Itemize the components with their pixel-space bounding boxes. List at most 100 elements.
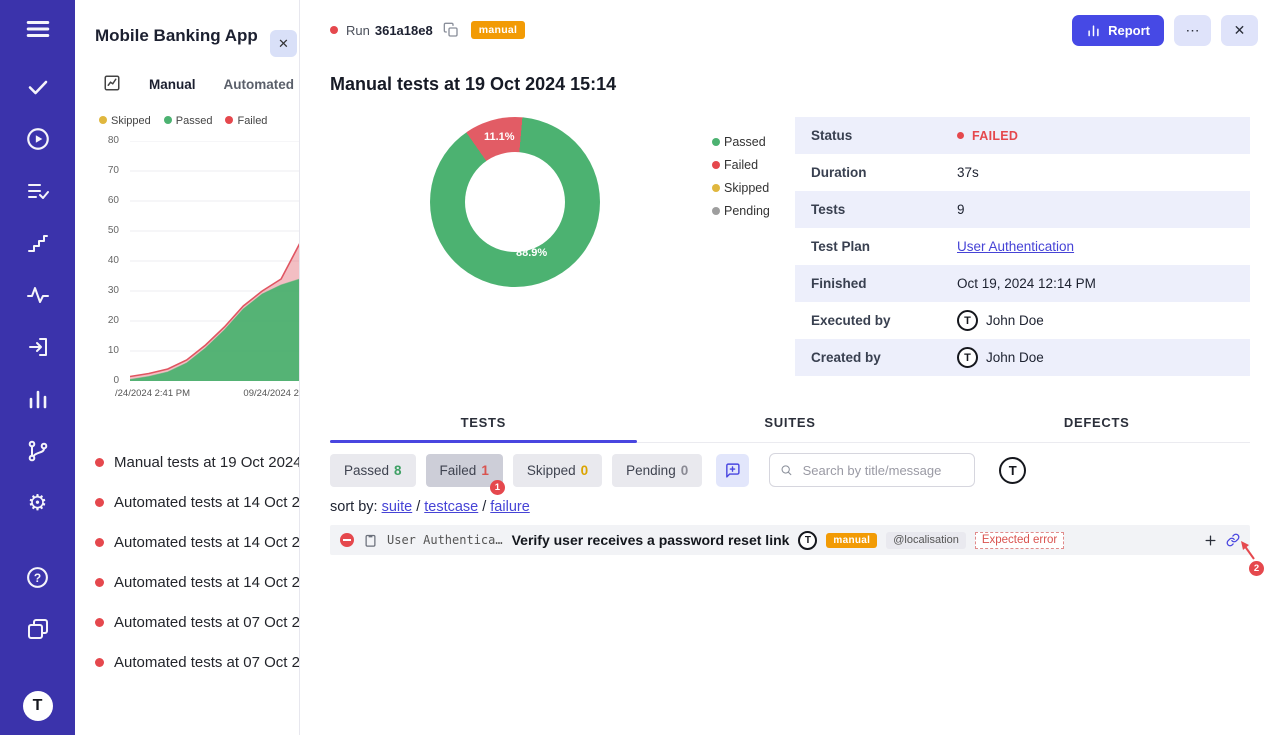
sort-by-failure[interactable]: failure: [490, 499, 530, 515]
failed-dot: [225, 116, 233, 124]
menu-icon[interactable]: [25, 16, 51, 42]
failed-run-dot: [95, 618, 104, 627]
run-status-dot: [330, 26, 338, 34]
more-button[interactable]: ⋯: [1174, 15, 1211, 46]
tab-tests[interactable]: TESTS: [330, 406, 637, 442]
test-error: Expected error: [975, 532, 1064, 549]
info-row-finished: Finished Oct 19, 2024 12:14 PM: [795, 265, 1250, 302]
sort-label: sort by:: [330, 499, 378, 515]
svg-text:?: ?: [34, 570, 41, 584]
branch-icon[interactable]: [25, 438, 51, 464]
plus-icon[interactable]: [1204, 534, 1217, 547]
trend-chart-icon[interactable]: [103, 74, 121, 95]
donut-chart: 11.1% 88.9%: [430, 117, 600, 287]
copy-icon[interactable]: [443, 22, 459, 38]
project-tabs: Manual Automated: [103, 74, 299, 95]
callout-step-2-pointer: 2: [1240, 541, 1264, 576]
avatar: T: [957, 310, 978, 331]
run-overview: 11.1% 88.9% Passed Failed Skipped Pendin…: [300, 117, 1280, 376]
tab-defects[interactable]: DEFECTS: [943, 406, 1250, 442]
avatar: T: [798, 531, 817, 550]
failed-status-dot: [957, 132, 964, 139]
report-button[interactable]: Report: [1072, 15, 1164, 46]
passed-dot: [712, 138, 720, 146]
test-tag: @localisation: [886, 532, 966, 549]
info-row-created-by: Created by TJohn Doe: [795, 339, 1250, 376]
sidebar: ⚙ ? T: [0, 0, 75, 735]
donut-failed-label: 11.1%: [484, 131, 515, 143]
avatar: T: [957, 347, 978, 368]
failed-dot: [712, 161, 720, 169]
run-list-item[interactable]: Automated tests at 14 Oct 2: [75, 482, 299, 522]
search-input[interactable]: [801, 462, 965, 479]
donut-legend: Passed Failed Skipped Pending: [712, 135, 770, 218]
comment-filter-button[interactable]: [716, 454, 749, 487]
legend-passed: Passed: [164, 115, 213, 127]
gear-icon[interactable]: ⚙: [25, 490, 51, 516]
run-detail: Run 361a18e8 manual Report ⋯ ✕ Manual te…: [300, 0, 1280, 735]
chart-area-passed: [130, 279, 300, 381]
info-row-tests: Tests 9: [795, 191, 1250, 228]
folders-icon[interactable]: [25, 616, 51, 642]
pulse-icon[interactable]: [25, 282, 51, 308]
close-run-button[interactable]: ✕: [1221, 15, 1258, 46]
bar-chart-icon[interactable]: [25, 386, 51, 412]
filter-passed-button[interactable]: Passed8: [330, 454, 416, 487]
run-info-table: Status FAILED Duration 37s Tests 9 Test …: [795, 117, 1250, 376]
check-icon[interactable]: [25, 74, 51, 100]
failed-run-dot: [95, 578, 104, 587]
clipboard-icon: [363, 533, 378, 548]
filter-skipped-button[interactable]: Skipped0: [513, 454, 602, 487]
run-list-item[interactable]: Automated tests at 07 Oct 2: [75, 602, 299, 642]
run-list-item[interactable]: Automated tests at 14 Oct 2: [75, 562, 299, 602]
result-tabs: TESTS SUITES DEFECTS: [330, 406, 1250, 443]
search-box: [769, 453, 975, 487]
filter-failed-button[interactable]: Failed1 1: [426, 454, 503, 487]
failed-run-dot: [95, 498, 104, 507]
sort-by-testcase[interactable]: testcase: [424, 499, 478, 515]
sign-in-icon[interactable]: [25, 334, 51, 360]
tab-suites[interactable]: SUITES: [637, 406, 944, 442]
failed-run-dot: [95, 538, 104, 547]
pending-dot: [712, 207, 720, 215]
info-row-duration: Duration 37s: [795, 154, 1250, 191]
run-list-item[interactable]: Manual tests at 19 Oct 2024: [75, 442, 299, 482]
test-plan-link[interactable]: User Authentication: [957, 239, 1074, 254]
steps-icon[interactable]: [25, 230, 51, 256]
skipped-dot: [99, 116, 107, 124]
project-title: Mobile Banking App: [95, 26, 299, 46]
legend-item-failed: Failed: [712, 158, 770, 172]
run-header: Run 361a18e8 manual Report ⋯ ✕: [300, 0, 1280, 60]
filter-bar: Passed8 Failed1 1 Skipped0 Pending0 T: [330, 453, 1250, 487]
info-row-test-plan: Test Plan User Authentication: [795, 228, 1250, 265]
passed-dot: [164, 116, 172, 124]
filter-pending-button[interactable]: Pending0: [612, 454, 702, 487]
run-list: Manual tests at 19 Oct 2024 Automated te…: [75, 442, 299, 682]
test-type-badge: manual: [826, 533, 877, 548]
run-list-item[interactable]: Automated tests at 07 Oct 2: [75, 642, 299, 682]
test-row-actions: [1204, 533, 1240, 547]
trend-plot: [130, 141, 300, 381]
run-type-badge: manual: [471, 21, 526, 39]
legend-skipped: Skipped: [99, 115, 151, 127]
tab-manual[interactable]: Manual: [149, 77, 196, 92]
callout-step-2: 2: [1249, 561, 1264, 576]
status-value: FAILED: [972, 129, 1018, 143]
runs-trend-chart: 80 70 60 50 40 30 20 10 0: [75, 141, 299, 406]
link-icon[interactable]: [1226, 533, 1240, 547]
project-header: Mobile Banking App ✕: [75, 0, 299, 46]
test-list-icon[interactable]: [25, 178, 51, 204]
tab-automated[interactable]: Automated: [224, 77, 295, 92]
help-icon[interactable]: ?: [25, 564, 51, 590]
logo-icon[interactable]: T: [23, 691, 53, 721]
legend-item-passed: Passed: [712, 135, 770, 149]
play-circle-icon[interactable]: [25, 126, 51, 152]
legend-failed: Failed: [225, 115, 267, 127]
report-chart-icon: [1086, 23, 1101, 38]
test-result-row[interactable]: User Authentica… Verify user receives a …: [330, 525, 1250, 555]
donut-passed-label: 88.9%: [516, 247, 547, 259]
project-close-button[interactable]: ✕: [270, 30, 297, 57]
run-list-item[interactable]: Automated tests at 14 Oct 2: [75, 522, 299, 562]
user-filter-avatar[interactable]: T: [999, 457, 1026, 484]
sort-by-suite[interactable]: suite: [382, 499, 413, 515]
